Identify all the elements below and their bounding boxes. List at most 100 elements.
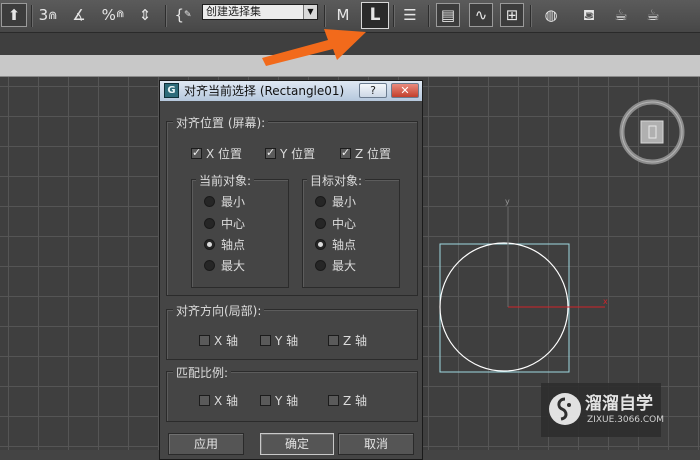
- named-selection-icon[interactable]: {✎: [171, 3, 195, 27]
- checkbox-box[interactable]: [191, 146, 202, 159]
- checkbox-box[interactable]: [340, 146, 351, 159]
- apply-button[interactable]: 应用: [168, 433, 244, 455]
- y-position-checkbox[interactable]: Y 位置: [265, 145, 315, 162]
- scale-y-checkbox[interactable]: Y 轴: [260, 392, 298, 409]
- orient-y-checkbox[interactable]: Y 轴: [260, 332, 298, 349]
- target-pivot-label: 轴点: [332, 238, 357, 252]
- radio-dot[interactable]: [204, 196, 215, 207]
- watermark-title: 溜溜自学: [585, 394, 653, 414]
- current-min-label: 最小: [221, 195, 246, 209]
- radio-dot-selected[interactable]: [315, 239, 326, 250]
- toolbar-separator: [393, 5, 395, 27]
- material-editor-icon[interactable]: ◍: [539, 3, 563, 27]
- checkbox-box[interactable]: [260, 335, 271, 346]
- orient-z-label: Z 轴: [343, 334, 368, 348]
- cancel-button[interactable]: 取消: [338, 433, 414, 455]
- dialog-titlebar[interactable]: G 对齐当前选择 (Rectangle01) ? ✕: [160, 81, 422, 101]
- schematic-view-icon[interactable]: ⊞: [500, 3, 524, 27]
- current-min-radio[interactable]: 最小: [204, 193, 245, 210]
- z-position-checkbox[interactable]: Z 位置: [340, 145, 391, 162]
- radio-dot[interactable]: [204, 218, 215, 229]
- scene-explorer-icon[interactable]: ▤: [436, 3, 460, 27]
- chevron-down-icon[interactable]: ▼: [303, 5, 317, 19]
- target-min-label: 最小: [332, 195, 357, 209]
- radio-dot[interactable]: [204, 260, 215, 271]
- angle-snap-icon[interactable]: 3 ⋒: [36, 3, 60, 27]
- align-position-label: 对齐位置 (屏幕):: [173, 114, 269, 131]
- percent-snap-icon[interactable]: ∡: [67, 3, 91, 27]
- align-position-group: 对齐位置 (屏幕): X 位置 Y 位置 Z 位置 当前对象: 最小 中心 轴点…: [166, 114, 418, 296]
- current-object-group: 当前对象: 最小 中心 轴点 最大: [191, 172, 289, 288]
- watermark-url: ZIXUE.3066.COM: [587, 415, 665, 425]
- radio-dot[interactable]: [315, 196, 326, 207]
- orient-y-label: Y 轴: [275, 334, 299, 348]
- edit-named-selection-icon[interactable]: ⇕: [133, 3, 157, 27]
- target-max-radio[interactable]: 最大: [315, 257, 356, 274]
- curve-editor-icon[interactable]: ∿: [469, 3, 493, 27]
- select-upload-icon[interactable]: ⬆: [1, 3, 27, 27]
- x-position-label: X 位置: [206, 147, 243, 161]
- brace-label: {: [174, 5, 184, 24]
- orient-z-checkbox[interactable]: Z 轴: [328, 332, 367, 349]
- y-position-label: Y 位置: [280, 147, 316, 161]
- align-glyph: L: [369, 5, 381, 25]
- viewcube-icon[interactable]: [618, 98, 686, 166]
- toolbar-separator: [530, 5, 532, 27]
- target-max-label: 最大: [332, 259, 357, 273]
- checkbox-box[interactable]: [199, 395, 210, 406]
- help-button[interactable]: ?: [359, 83, 387, 98]
- watermark-badge: 溜溜自学 ZIXUE.3066.COM: [541, 383, 665, 437]
- toolbar-separator: [31, 5, 33, 27]
- scale-y-label: Y 轴: [275, 394, 299, 408]
- target-center-label: 中心: [332, 217, 357, 231]
- toolbar-separator: [428, 5, 430, 27]
- current-max-radio[interactable]: 最大: [204, 257, 245, 274]
- pointer-arrow-icon: [262, 29, 366, 66]
- app-logo-icon: G: [164, 83, 179, 98]
- orient-x-checkbox[interactable]: X 轴: [199, 332, 238, 349]
- close-button[interactable]: ✕: [391, 83, 419, 98]
- scale-x-label: X 轴: [214, 394, 239, 408]
- y-axis-label: y: [505, 197, 510, 206]
- checkbox-box[interactable]: [328, 395, 339, 406]
- selection-set-dropdown[interactable]: 创建选择集 ▼: [202, 4, 318, 20]
- target-object-label: 目标对象:: [307, 172, 366, 189]
- checkbox-box[interactable]: [265, 146, 276, 159]
- toolbar-separator: [165, 5, 167, 27]
- scale-z-checkbox[interactable]: Z 轴: [328, 392, 367, 409]
- selection-set-text: 创建选择集: [206, 5, 261, 18]
- current-max-label: 最大: [221, 259, 246, 273]
- watermark-logo-icon: [549, 393, 581, 425]
- radio-dot[interactable]: [315, 218, 326, 229]
- checkbox-box[interactable]: [199, 335, 210, 346]
- render-setup-icon[interactable]: ⛾: [577, 3, 601, 27]
- match-scale-label: 匹配比例:: [173, 364, 232, 381]
- current-center-radio[interactable]: 中心: [204, 215, 245, 232]
- snap-3-label: 3: [38, 5, 49, 24]
- current-pivot-radio[interactable]: 轴点: [204, 236, 245, 253]
- z-position-label: Z 位置: [355, 147, 392, 161]
- target-pivot-radio[interactable]: 轴点: [315, 236, 356, 253]
- align-selection-dialog: G 对齐当前选择 (Rectangle01) ? ✕ 对齐位置 (屏幕): X …: [159, 80, 423, 460]
- percent-label: %: [101, 5, 116, 24]
- render-production-icon[interactable]: ☕: [641, 3, 665, 27]
- target-min-radio[interactable]: 最小: [315, 193, 356, 210]
- current-center-label: 中心: [221, 217, 246, 231]
- layer-manager-icon[interactable]: ☰: [398, 3, 422, 27]
- spinner-snap-icon[interactable]: % ⋒: [101, 3, 125, 27]
- radio-dot-selected[interactable]: [204, 239, 215, 250]
- align-orientation-label: 对齐方向(局部):: [173, 302, 265, 319]
- dialog-title: 对齐当前选择 (Rectangle01): [184, 84, 345, 98]
- align-orientation-group: 对齐方向(局部): X 轴 Y 轴 Z 轴: [166, 302, 418, 360]
- scale-z-label: Z 轴: [343, 394, 368, 408]
- radio-dot[interactable]: [315, 260, 326, 271]
- x-position-checkbox[interactable]: X 位置: [191, 145, 242, 162]
- checkbox-box[interactable]: [328, 335, 339, 346]
- target-center-radio[interactable]: 中心: [315, 215, 356, 232]
- scale-x-checkbox[interactable]: X 轴: [199, 392, 238, 409]
- rendered-frame-icon[interactable]: ☕: [609, 3, 633, 27]
- checkbox-box[interactable]: [260, 395, 271, 406]
- target-object-group: 目标对象: 最小 中心 轴点 最大: [302, 172, 400, 288]
- ok-button[interactable]: 确定: [260, 433, 334, 455]
- current-object-label: 当前对象:: [196, 172, 255, 189]
